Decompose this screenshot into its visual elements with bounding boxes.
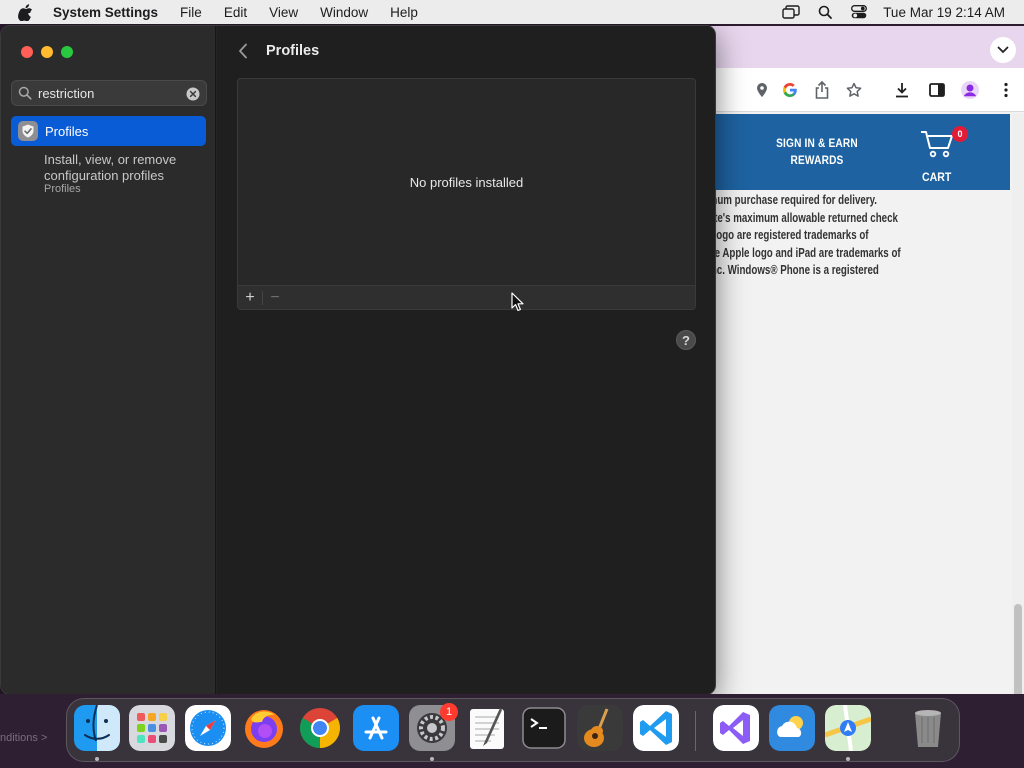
maps-icon[interactable]	[825, 705, 871, 751]
garageband-icon[interactable]	[577, 705, 623, 751]
share-icon[interactable]	[812, 80, 832, 100]
window-menu[interactable]: Window	[320, 5, 368, 20]
dock	[66, 698, 960, 762]
side-panel-icon[interactable]	[927, 80, 947, 100]
weather-icon[interactable]	[769, 705, 815, 751]
clear-search-icon[interactable]	[186, 87, 200, 101]
empty-profiles-message: No profiles installed	[409, 175, 524, 190]
bookmark-star-icon[interactable]	[844, 80, 864, 100]
system-settings-badge: 1	[440, 703, 458, 721]
settings-search-field[interactable]	[11, 80, 207, 106]
browser-scrollbar-thumb[interactable]	[1014, 604, 1022, 694]
sign-in-earn-rewards-link[interactable]: SIGN IN & EARN REWARDS	[769, 136, 866, 170]
safari-icon[interactable]	[185, 705, 231, 751]
search-icon	[18, 86, 32, 100]
menu-bar: System Settings File Edit View Window He…	[0, 0, 1024, 24]
vscode-icon[interactable]	[633, 705, 679, 751]
chrome-icon[interactable]	[297, 705, 343, 751]
page-title: Profiles	[266, 43, 320, 59]
system-settings-window: Profiles Install, view, or remove config…	[0, 25, 716, 695]
legal-text-block: nimum purchase required for delivery. st…	[700, 192, 951, 280]
sidebar-item-label: Profiles	[45, 123, 89, 139]
app-store-icon[interactable]	[353, 705, 399, 751]
terminal-icon[interactable]	[521, 705, 567, 751]
search-result-sublabel[interactable]: Profiles	[44, 183, 81, 195]
firefox-icon[interactable]	[241, 705, 287, 751]
tab-search-dropdown-icon[interactable]	[990, 37, 1016, 63]
legal-line: e Inc. Windows® Phone is a registered	[700, 263, 879, 277]
settings-content-pane: Profiles No profiles installed + − ?	[217, 26, 715, 694]
sidebar-item-profiles[interactable]: Profiles	[11, 116, 206, 146]
google-lens-icon[interactable]	[780, 80, 800, 100]
legal-line: nimum purchase required for delivery.	[700, 193, 877, 207]
settings-sidebar: Profiles Install, view, or remove config…	[1, 26, 216, 694]
textedit-icon[interactable]	[465, 705, 511, 751]
help-button[interactable]: ?	[676, 330, 696, 350]
mouse-pointer-icon	[511, 292, 524, 312]
running-indicator	[846, 757, 850, 761]
help-menu[interactable]: Help	[390, 5, 418, 20]
window-close-button[interactable]	[21, 46, 33, 58]
browser-scrollbar[interactable]	[1012, 114, 1024, 694]
app-menu[interactable]: System Settings	[53, 5, 158, 20]
apple-menu-icon[interactable]	[18, 3, 36, 21]
launchpad-icon[interactable]	[129, 705, 175, 751]
edit-menu[interactable]: Edit	[224, 5, 247, 20]
profile-avatar-icon[interactable]	[960, 80, 980, 100]
trash-icon[interactable]	[905, 705, 951, 751]
dock-separator	[695, 711, 696, 751]
screen-mirroring-icon[interactable]	[781, 4, 801, 20]
cart-count-badge: 0	[952, 126, 968, 142]
legal-line: state's maximum allowable returned check	[700, 210, 898, 225]
settings-search-input[interactable]	[38, 85, 178, 101]
cart-icon[interactable]	[920, 130, 956, 158]
downloads-icon[interactable]	[892, 80, 912, 100]
legal-line: , the Apple logo and iPad are trademarks…	[700, 245, 901, 260]
running-indicator	[430, 757, 434, 761]
window-zoom-button[interactable]	[61, 46, 73, 58]
site-header-bar: SIGN IN & EARN REWARDS 0 CART	[700, 114, 1010, 190]
search-result-description[interactable]: Install, view, or remove configuration p…	[44, 152, 209, 184]
spotlight-search-icon[interactable]	[815, 4, 835, 20]
background-window-text: nditions >	[0, 732, 48, 744]
control-center-icon[interactable]	[849, 4, 869, 20]
remove-profile-button[interactable]: −	[263, 287, 287, 309]
visual-studio-icon[interactable]	[713, 705, 759, 751]
profiles-list: No profiles installed + −	[237, 78, 696, 310]
file-menu[interactable]: File	[180, 5, 202, 20]
menu-bar-clock[interactable]: Tue Mar 19 2:14 AM	[883, 5, 1005, 20]
background-browser-window: SIGN IN & EARN REWARDS 0 CART nimum purc…	[700, 26, 1024, 694]
profiles-list-toolbar: + −	[238, 285, 695, 309]
browser-toolbar	[700, 68, 1024, 112]
window-minimize-button[interactable]	[41, 46, 53, 58]
view-menu[interactable]: View	[269, 5, 298, 20]
add-profile-button[interactable]: +	[238, 287, 262, 309]
legal-line: ce logo are registered trademarks of	[700, 228, 869, 242]
browser-tab-strip	[700, 26, 1024, 68]
location-icon[interactable]	[752, 80, 772, 100]
running-indicator	[95, 757, 99, 761]
browser-menu-icon[interactable]	[996, 80, 1016, 100]
finder-icon[interactable]	[74, 705, 120, 751]
back-chevron-icon[interactable]	[235, 42, 251, 60]
cart-label[interactable]: CART	[922, 170, 951, 184]
profiles-checkmark-icon	[18, 121, 38, 141]
